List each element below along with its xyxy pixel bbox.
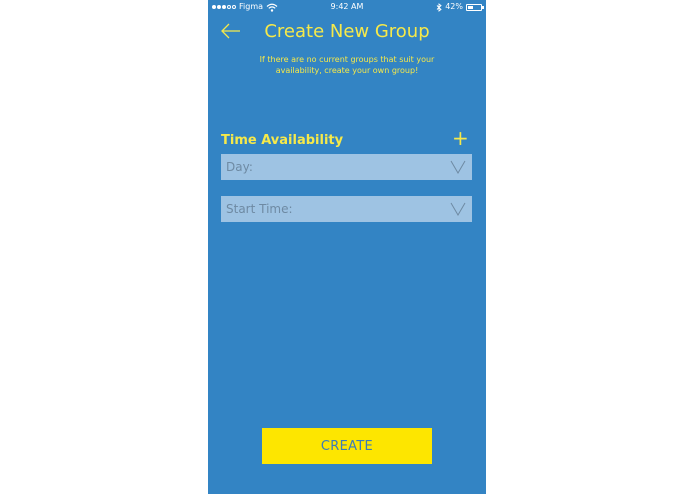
time-availability-label: Time Availability	[221, 133, 344, 148]
status-bar: Figma 9:42 AM 42%	[208, 0, 486, 14]
chevron-down-icon	[450, 202, 466, 216]
create-button[interactable]: CREATE	[262, 428, 432, 464]
phone-screen: Figma 9:42 AM 42% Create New Group If th…	[208, 0, 486, 494]
plus-icon[interactable]: +	[452, 128, 469, 148]
start-time-select[interactable]: Start Time:	[221, 196, 472, 222]
start-time-select-label: Start Time:	[226, 202, 293, 216]
page-subtitle: If there are no current groups that suit…	[259, 55, 435, 75]
battery-percent: 42%	[445, 2, 463, 11]
bluetooth-icon	[436, 2, 442, 12]
page-title: Create New Group	[264, 21, 430, 42]
day-select-label: Day:	[226, 160, 253, 174]
battery-icon	[466, 3, 484, 11]
chevron-down-icon	[450, 160, 466, 174]
day-select[interactable]: Day:	[221, 154, 472, 180]
status-right: 42%	[436, 0, 484, 14]
